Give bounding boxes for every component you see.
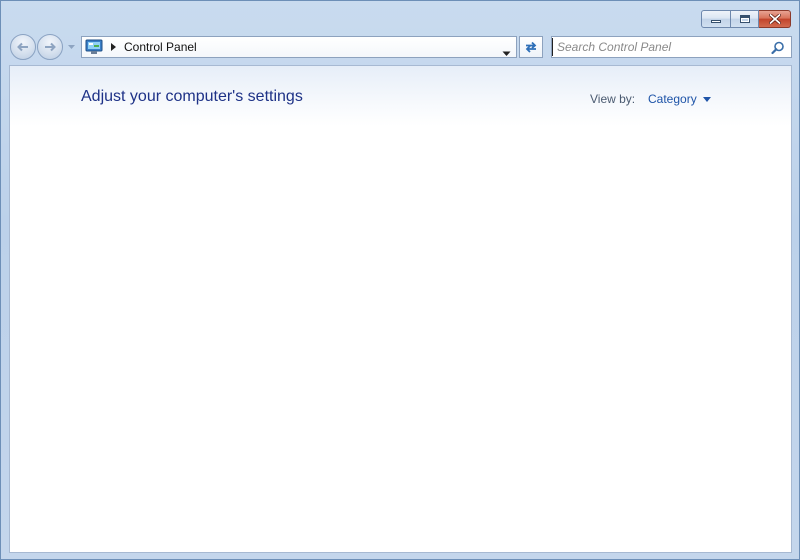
search-icon: [771, 41, 784, 55]
back-arrow-icon: [17, 42, 28, 52]
breadcrumb-control-panel[interactable]: Control Panel: [124, 40, 197, 54]
close-button[interactable]: [759, 10, 791, 28]
content-pane: Adjust your computer's settings View by:…: [9, 65, 792, 553]
view-by-value: Category: [648, 92, 697, 106]
back-button[interactable]: [10, 34, 36, 60]
chevron-down-icon: [702, 97, 711, 102]
chevron-down-icon: [68, 45, 75, 49]
view-by-label: View by:: [590, 92, 636, 106]
address-history-button[interactable]: [502, 43, 511, 56]
search-box: [551, 36, 792, 58]
content-header: Adjust your computer's settings View by:…: [10, 66, 791, 126]
refresh-icon: [525, 41, 537, 53]
breadcrumb-separator-icon[interactable]: [111, 42, 119, 52]
page-title: Adjust your computer's settings: [81, 88, 303, 105]
navigation-buttons: [10, 34, 78, 60]
chevron-down-icon: [502, 51, 511, 56]
minimize-button[interactable]: [701, 10, 731, 28]
control-panel-window: Control Panel Adjust your computer's set…: [0, 0, 800, 560]
maximize-button[interactable]: [731, 10, 759, 28]
address-bar[interactable]: Control Panel: [81, 36, 517, 58]
forward-arrow-icon: [45, 42, 56, 52]
forward-button[interactable]: [37, 34, 63, 60]
restore-icon: [739, 15, 750, 23]
close-icon: [768, 14, 781, 24]
view-by-dropdown[interactable]: Category: [648, 92, 711, 106]
control-panel-icon: [85, 39, 103, 55]
recent-pages-button[interactable]: [67, 43, 76, 52]
minimize-icon: [711, 20, 721, 23]
search-button[interactable]: [771, 40, 785, 55]
search-input[interactable]: [552, 38, 767, 56]
refresh-button[interactable]: [519, 36, 543, 58]
window-controls: [701, 10, 791, 28]
